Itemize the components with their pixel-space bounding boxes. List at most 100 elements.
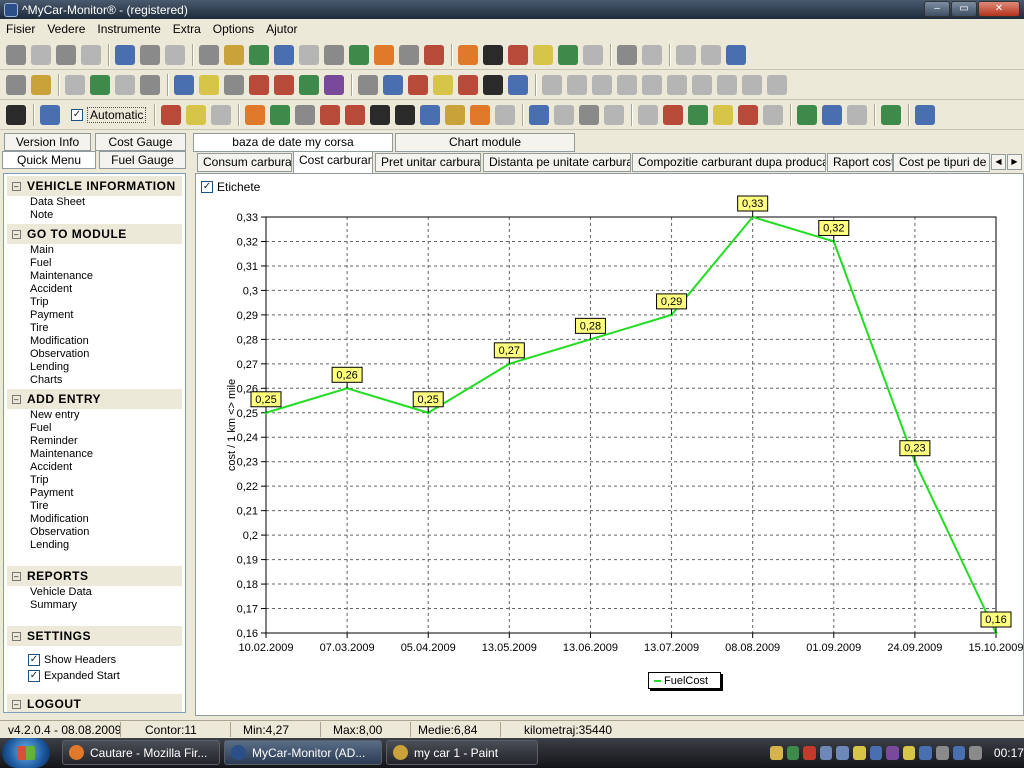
- user-icon[interactable]: [836, 746, 850, 760]
- money-icon[interactable]: [249, 44, 269, 65]
- section-logout[interactable]: – LOGOUT: [7, 694, 182, 712]
- route-icon[interactable]: [274, 44, 294, 65]
- link-module-tire[interactable]: Tire: [4, 322, 185, 335]
- gear-icon[interactable]: [31, 44, 51, 65]
- table-icon[interactable]: [583, 44, 603, 65]
- phone-icon[interactable]: [199, 74, 219, 95]
- home-icon[interactable]: [6, 44, 26, 65]
- link-module-modification[interactable]: Modification: [4, 335, 185, 348]
- print-icon[interactable]: [726, 44, 746, 65]
- tab-raport-cost[interactable]: Raport cost: [827, 153, 893, 172]
- paint-icon[interactable]: [374, 44, 394, 65]
- volume-icon[interactable]: [969, 746, 982, 760]
- expanded-start-checkbox[interactable]: ✓: [28, 670, 40, 682]
- task-paint[interactable]: my car 1 - Paint: [386, 740, 538, 765]
- collapse-icon[interactable]: –: [12, 631, 21, 641]
- caduceus-icon[interactable]: [345, 104, 366, 125]
- check-icon[interactable]: [881, 104, 902, 125]
- fuel-icon[interactable]: [31, 74, 51, 95]
- sticky-note-icon[interactable]: [713, 104, 734, 125]
- collapse-icon[interactable]: –: [12, 181, 21, 191]
- link-add-payment[interactable]: Payment: [4, 487, 185, 500]
- eraser-icon[interactable]: [161, 104, 182, 125]
- help-icon[interactable]: [358, 74, 378, 95]
- tab-scroll-right-icon[interactable]: ▶: [1007, 154, 1022, 170]
- car-icon[interactable]: [424, 44, 444, 65]
- link-add-accident[interactable]: Accident: [4, 461, 185, 474]
- puzzle-icon[interactable]: [617, 74, 637, 95]
- tab-chart-module[interactable]: Chart module: [395, 133, 575, 152]
- form-edit-icon[interactable]: [763, 104, 784, 125]
- menu-options[interactable]: Options: [207, 22, 260, 36]
- link-add-trip[interactable]: Trip: [4, 474, 185, 487]
- collapse-icon[interactable]: –: [12, 699, 21, 709]
- collapse-icon[interactable]: –: [12, 394, 21, 404]
- tab-compozitie-carburant[interactable]: Compozitie carburant dupa producatori: [632, 153, 826, 172]
- menu-ajutor[interactable]: Ajutor: [260, 22, 303, 36]
- speech-icon[interactable]: [529, 104, 550, 125]
- chart-icon[interactable]: [558, 44, 578, 65]
- tools-icon[interactable]: [399, 44, 419, 65]
- tab-scroll-left-icon[interactable]: ◀: [991, 154, 1006, 170]
- calculator-icon[interactable]: [299, 44, 319, 65]
- link-add-modification[interactable]: Modification: [4, 513, 185, 526]
- fuel-pump-icon[interactable]: [115, 44, 135, 65]
- maximize-button[interactable]: ▭: [951, 1, 977, 17]
- collapse-icon[interactable]: –: [12, 229, 21, 239]
- traffic-light-icon[interactable]: [6, 104, 26, 125]
- person-icon[interactable]: [642, 74, 662, 95]
- truck-icon[interactable]: [767, 74, 787, 95]
- book-icon[interactable]: [383, 74, 403, 95]
- eye-icon[interactable]: [420, 104, 441, 125]
- minimize-button[interactable]: –: [924, 1, 950, 17]
- link-add-reminder[interactable]: Reminder: [4, 435, 185, 448]
- automatic-checkbox[interactable]: ✓: [71, 108, 83, 121]
- building-icon[interactable]: [270, 104, 291, 125]
- usb-icon[interactable]: [936, 746, 949, 760]
- dollar-icon[interactable]: [299, 74, 319, 95]
- show-headers-checkbox[interactable]: ✓: [28, 654, 40, 666]
- link-add-maintenance[interactable]: Maintenance: [4, 448, 185, 461]
- garage-icon[interactable]: [458, 44, 478, 65]
- edit-document-icon[interactable]: [40, 104, 60, 125]
- smiley-tray-icon[interactable]: [853, 746, 866, 760]
- bluetooth-icon[interactable]: [919, 746, 933, 760]
- notes-icon[interactable]: [224, 44, 244, 65]
- import-icon[interactable]: [676, 44, 696, 65]
- expanded-start-option[interactable]: ✓ Expanded Start: [4, 668, 185, 684]
- link-vehicle-data[interactable]: Vehicle Data: [4, 586, 185, 599]
- link-module-maintenance[interactable]: Maintenance: [4, 270, 185, 283]
- dollar-sign-icon[interactable]: [395, 104, 416, 125]
- link-module-lending[interactable]: Lending: [4, 361, 185, 374]
- shield-icon[interactable]: [886, 746, 899, 760]
- house-icon[interactable]: [245, 104, 266, 125]
- tab-pret-unitar-carburant[interactable]: Pret unitar carburant: [375, 153, 481, 172]
- picture-icon[interactable]: [797, 104, 818, 125]
- tab-cost-carburant[interactable]: Cost carburant: [293, 151, 373, 173]
- parts-icon[interactable]: [445, 104, 466, 125]
- link-summary[interactable]: Summary: [4, 599, 185, 612]
- hammer-icon[interactable]: [295, 104, 316, 125]
- monitor-icon[interactable]: [174, 74, 194, 95]
- tab-version-info[interactable]: Version Info: [4, 133, 91, 151]
- settings-icon[interactable]: [56, 44, 76, 65]
- tab-quick-menu[interactable]: Quick Menu: [2, 151, 96, 169]
- export-icon[interactable]: [701, 44, 721, 65]
- clock-icon[interactable]: [638, 104, 659, 125]
- list-icon[interactable]: [140, 74, 160, 95]
- battery-icon[interactable]: [349, 44, 369, 65]
- copy-icon[interactable]: [642, 44, 662, 65]
- tab-cost-pe-tipuri[interactable]: Cost pe tipuri de se: [893, 153, 990, 172]
- tab-cost-gauge[interactable]: Cost Gauge: [95, 133, 186, 151]
- menu-vedere[interactable]: Vedere: [41, 22, 91, 36]
- idea-icon[interactable]: [717, 74, 737, 95]
- menu-fisier[interactable]: Fisier: [0, 22, 41, 36]
- lightbulb-icon[interactable]: [433, 74, 453, 95]
- bus-icon[interactable]: [320, 104, 341, 125]
- report-icon[interactable]: [324, 44, 344, 65]
- note-icon[interactable]: [533, 44, 553, 65]
- stack-icon[interactable]: [688, 104, 709, 125]
- task-mycar-monitor[interactable]: MyCar-Monitor (AD...: [224, 740, 382, 765]
- link-module-trip[interactable]: Trip: [4, 296, 185, 309]
- tab-database[interactable]: baza de date my corsa: [193, 133, 393, 152]
